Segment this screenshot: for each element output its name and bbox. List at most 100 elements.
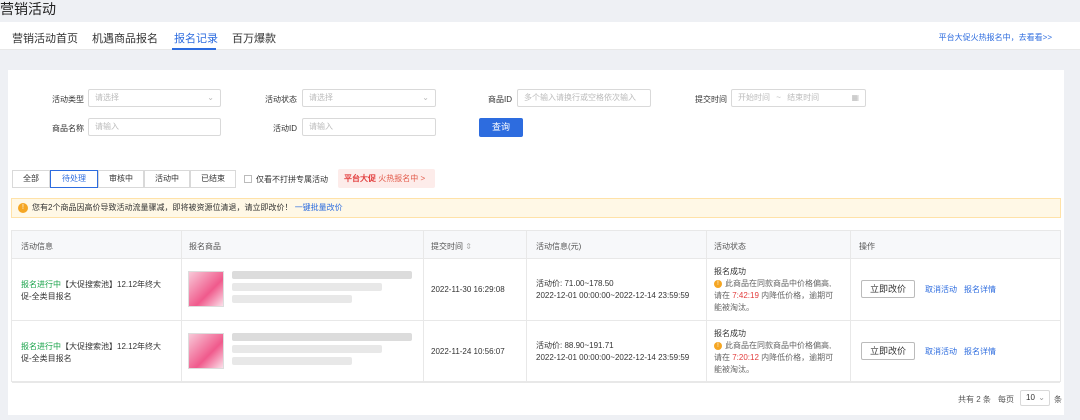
only-unbound-checkbox[interactable] <box>244 175 252 183</box>
status-tab-reviewing[interactable]: 审核中 <box>98 170 144 188</box>
warning-icon: ! <box>714 341 722 350</box>
activity-name-line1: 【大促搜索池】12.12年终大 <box>61 342 162 351</box>
sort-icon[interactable]: ⇕ <box>465 242 472 251</box>
cancel-activity-link[interactable]: 取消活动 <box>925 284 957 295</box>
warning-icon: ! <box>714 279 722 288</box>
activity-id-input[interactable]: 请输入 <box>302 118 436 136</box>
activity-name-line2: 促-全类目报名 <box>21 292 72 301</box>
price-note: 此商品在同款商品中价格偏高, <box>725 341 832 350</box>
warning-icon: ! <box>18 203 28 213</box>
submit-time-range[interactable]: 开始时间 ~ 结束时间 ▦ <box>731 89 866 107</box>
page-title: 营销活动 <box>0 1 56 17</box>
header-submit-time[interactable]: 提交时间 ⇕ <box>431 241 472 252</box>
price-info: 活动价: 71.00~178.50 2022-12-01 00:00:00~20… <box>536 278 689 302</box>
header-price-info: 活动信息(元) <box>536 242 582 251</box>
countdown-timer: 7:42:19 <box>732 291 759 300</box>
page-size-select[interactable]: 10 ⌄ <box>1020 390 1050 406</box>
page-size-value: 10 <box>1026 393 1035 402</box>
status-tab-ended[interactable]: 已结束 <box>190 170 236 188</box>
batch-reprice-link[interactable]: 一键批量改价 <box>295 203 343 212</box>
status-tab-pending[interactable]: 待处理 <box>50 170 98 188</box>
hot-badge-title: 平台大促 <box>344 174 376 183</box>
warning-text: 您有2个商品因高价导致活动流量骤减，即将被资源位清退，请立即改价！ <box>32 203 293 212</box>
price-note-suffix: 内降低价格，逾期可 <box>761 291 834 300</box>
price-note-end: 能被淘汰。 <box>714 365 754 374</box>
pager-unit: 条 <box>1054 395 1062 404</box>
price-info: 活动价: 88.90~191.71 2022-12-01 00:00:00~20… <box>536 340 689 364</box>
chevron-down-icon: ⌄ <box>1038 393 1045 402</box>
activity-status-placeholder: 请选择 <box>309 93 333 102</box>
chevron-down-icon: ⌄ <box>422 93 429 102</box>
submit-time: 2022-11-24 10:56:07 <box>431 347 505 356</box>
status-tab-all[interactable]: 全部 <box>12 170 50 188</box>
top-nav: 营销活动首页 机遇商品报名 报名记录 百万爆款 平台大促火热报名中，去看看>> <box>0 22 1080 50</box>
tab-signup-records[interactable]: 报名记录 <box>174 30 218 46</box>
activity-status-select[interactable]: 请选择 ⌄ <box>302 89 436 107</box>
product-id-label: 商品ID <box>488 95 512 104</box>
records-table: 活动信息 报名商品 提交时间 ⇕ 活动信息(元) 活动状态 操作 报名进行中【大… <box>11 230 1061 383</box>
reprice-button[interactable]: 立即改价 <box>861 342 915 360</box>
status-tag: 报名进行中 <box>21 342 61 351</box>
countdown-timer: 7:20:12 <box>732 353 759 362</box>
activity-type-select[interactable]: 请选择 ⌄ <box>88 89 221 107</box>
product-name-input[interactable]: 请输入 <box>88 118 221 136</box>
blurred-product-title <box>232 283 382 291</box>
table-header: 活动信息 报名商品 提交时间 ⇕ 活动信息(元) 活动状态 操作 <box>12 231 1060 259</box>
header-products: 报名商品 <box>189 242 221 251</box>
activity-period: 2022-12-01 00:00:00~2022-12-14 23:59:59 <box>536 353 690 362</box>
hot-badge-text: 火热报名中 <box>378 174 419 183</box>
table-row: 报名进行中【大促搜索池】12.12年终大 促-全类目报名 2022-11-30 … <box>12 259 1060 321</box>
active-tab-indicator <box>172 48 216 50</box>
activity-name-line2: 促-全类目报名 <box>21 354 72 363</box>
status-tag: 报名进行中 <box>21 280 61 289</box>
tab-opportunity-signup[interactable]: 机遇商品报名 <box>92 30 158 46</box>
blurred-product-id <box>232 357 352 365</box>
status-tab-active[interactable]: 活动中 <box>144 170 190 188</box>
activity-id-label: 活动ID <box>273 124 297 133</box>
price-warning-banner: ! 您有2个商品因高价导致活动流量骤减，即将被资源位清退，请立即改价！ 一键批量… <box>11 198 1061 218</box>
submit-time-label: 提交时间 <box>695 95 727 104</box>
pager-total: 共有 2 条 <box>958 395 991 404</box>
price-range: 活动价: 71.00~178.50 <box>536 279 614 288</box>
pager-per-page-label: 每页 <box>998 395 1014 404</box>
calendar-icon: ▦ <box>851 93 859 102</box>
price-note-prefix: 请在 <box>714 291 730 300</box>
end-time-placeholder: 结束时间 <box>787 93 820 102</box>
chevron-down-icon: ⌄ <box>207 93 214 102</box>
activity-name-line1: 【大促搜索池】12.12年终大 <box>61 280 162 289</box>
tab-million-hits[interactable]: 百万爆款 <box>232 30 276 46</box>
activity-status-label: 活动状态 <box>265 95 297 104</box>
price-note-suffix: 内降低价格，逾期可 <box>761 353 834 362</box>
signup-detail-link[interactable]: 报名详情 <box>964 284 996 295</box>
product-thumbnail[interactable] <box>188 271 224 307</box>
hot-promo-badge[interactable]: 平台大促 火热报名中 > <box>338 169 435 188</box>
blurred-product-title <box>232 345 382 353</box>
status-cell: 报名成功 ! 此商品在同款商品中价格偏高, 请在 7:42:19 内降低价格，逾期… <box>714 266 849 314</box>
activity-period: 2022-12-01 00:00:00~2022-12-14 23:59:59 <box>536 291 690 300</box>
activity-info: 报名进行中【大促搜索池】12.12年终大 促-全类目报名 <box>21 279 176 303</box>
table-row: 报名进行中【大促搜索池】12.12年终大 促-全类目报名 2022-11-24 … <box>12 321 1060 383</box>
product-id-input[interactable]: 多个输入请换行或空格依次输入 <box>517 89 651 107</box>
price-note: 此商品在同款商品中价格偏高, <box>725 279 832 288</box>
activity-type-label: 活动类型 <box>52 95 84 104</box>
submit-time: 2022-11-30 16:29:08 <box>431 285 505 294</box>
cancel-activity-link[interactable]: 取消活动 <box>925 346 957 357</box>
header-activity-info: 活动信息 <box>21 242 53 251</box>
product-name-label: 商品名称 <box>52 124 84 133</box>
start-time-placeholder: 开始时间 <box>738 93 770 102</box>
tab-marketing-home[interactable]: 营销活动首页 <box>12 30 78 46</box>
reprice-button[interactable]: 立即改价 <box>861 280 915 298</box>
query-button[interactable]: 查询 <box>479 118 523 137</box>
signup-detail-link[interactable]: 报名详情 <box>964 346 996 357</box>
status-cell: 报名成功 ! 此商品在同款商品中价格偏高, 请在 7:20:12 内降低价格，逾期… <box>714 328 849 376</box>
price-note-end: 能被淘汰。 <box>714 303 754 312</box>
header-submit-time-label: 提交时间 <box>431 242 463 251</box>
promo-link[interactable]: 平台大促火热报名中，去看看>> <box>939 32 1052 43</box>
product-thumbnail[interactable] <box>188 333 224 369</box>
only-unbound-label[interactable]: 仅看不打拼专属活动 <box>256 174 328 185</box>
range-separator: ~ <box>776 93 781 102</box>
price-range: 活动价: 88.90~191.71 <box>536 341 614 350</box>
blurred-product-id <box>232 295 352 303</box>
blurred-product-title <box>232 333 412 341</box>
header-actions: 操作 <box>859 242 875 251</box>
